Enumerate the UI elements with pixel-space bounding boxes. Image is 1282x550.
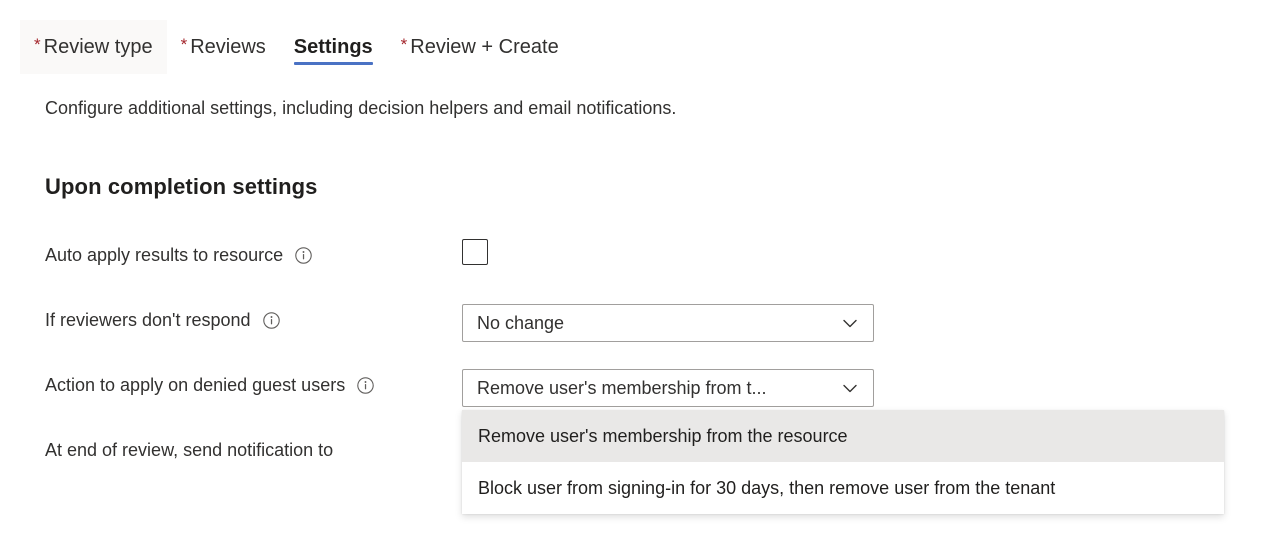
tab-review-create[interactable]: * Review + Create	[387, 20, 573, 74]
tab-reviews[interactable]: * Reviews	[167, 20, 280, 74]
dropdown-option-remove-membership[interactable]: Remove user's membership from the resour…	[462, 410, 1224, 462]
selected-value: Remove user's membership from t...	[477, 377, 767, 398]
if-reviewers-dont-respond-dropdown[interactable]: No change	[462, 304, 874, 342]
dropdown-option-block-user[interactable]: Block user from signing-in for 30 days, …	[462, 462, 1224, 514]
field-label: Auto apply results to resource	[45, 244, 284, 265]
action-denied-guest-users-option-list: Remove user's membership from the resour…	[462, 410, 1224, 514]
active-tab-underline	[293, 62, 373, 65]
chevron-down-icon	[837, 375, 863, 401]
field-label: Action to apply on denied guest users	[45, 374, 346, 395]
page-description: Configure additional settings, including…	[45, 98, 677, 118]
field-label-row: Auto apply results to resource	[45, 239, 312, 271]
chevron-down-icon	[837, 310, 863, 336]
action-denied-guest-users-dropdown[interactable]: Remove user's membership from t...	[462, 369, 874, 407]
tab-review-type[interactable]: * Review type	[20, 20, 167, 74]
info-icon[interactable]	[262, 311, 280, 329]
required-asterisk: *	[34, 34, 41, 54]
dropdown-option-label: Remove user's membership from the resour…	[478, 425, 848, 446]
control-slot	[462, 239, 488, 265]
field-label-row: At end of review, send notification to	[45, 434, 333, 466]
tab-label: Settings	[293, 35, 373, 58]
field-label-row: If reviewers don't respond	[45, 304, 280, 336]
wizard-tab-strip: * Review type * Reviews Settings * Revie…	[0, 20, 573, 74]
selected-value: No change	[477, 312, 565, 333]
form-row-if-reviewers-dont-respond: If reviewers don't respond No change	[45, 304, 1245, 369]
required-asterisk: *	[180, 34, 188, 54]
required-asterisk: *	[400, 34, 408, 54]
info-icon[interactable]	[357, 376, 374, 394]
form-row-auto-apply: Auto apply results to resource	[45, 239, 1245, 304]
info-icon[interactable]	[295, 246, 312, 264]
section-heading-upon-completion: Upon completion settings	[45, 174, 318, 199]
control-slot: Remove user's membership from t...	[462, 369, 874, 407]
field-label: At end of review, send notification to	[45, 439, 334, 460]
settings-pane: Configure additional settings, including…	[45, 96, 1282, 460]
dropdown-option-label: Block user from signing-in for 30 days, …	[478, 477, 1056, 498]
control-slot: No change	[462, 304, 874, 342]
tab-settings[interactable]: Settings	[280, 20, 387, 74]
tab-label: Review type	[43, 35, 153, 58]
tab-label: Reviews	[190, 35, 266, 58]
auto-apply-checkbox[interactable]	[462, 239, 488, 265]
field-label-row: Action to apply on denied guest users	[45, 369, 374, 401]
tab-label: Review + Create	[410, 35, 559, 58]
field-label: If reviewers don't respond	[45, 309, 251, 330]
